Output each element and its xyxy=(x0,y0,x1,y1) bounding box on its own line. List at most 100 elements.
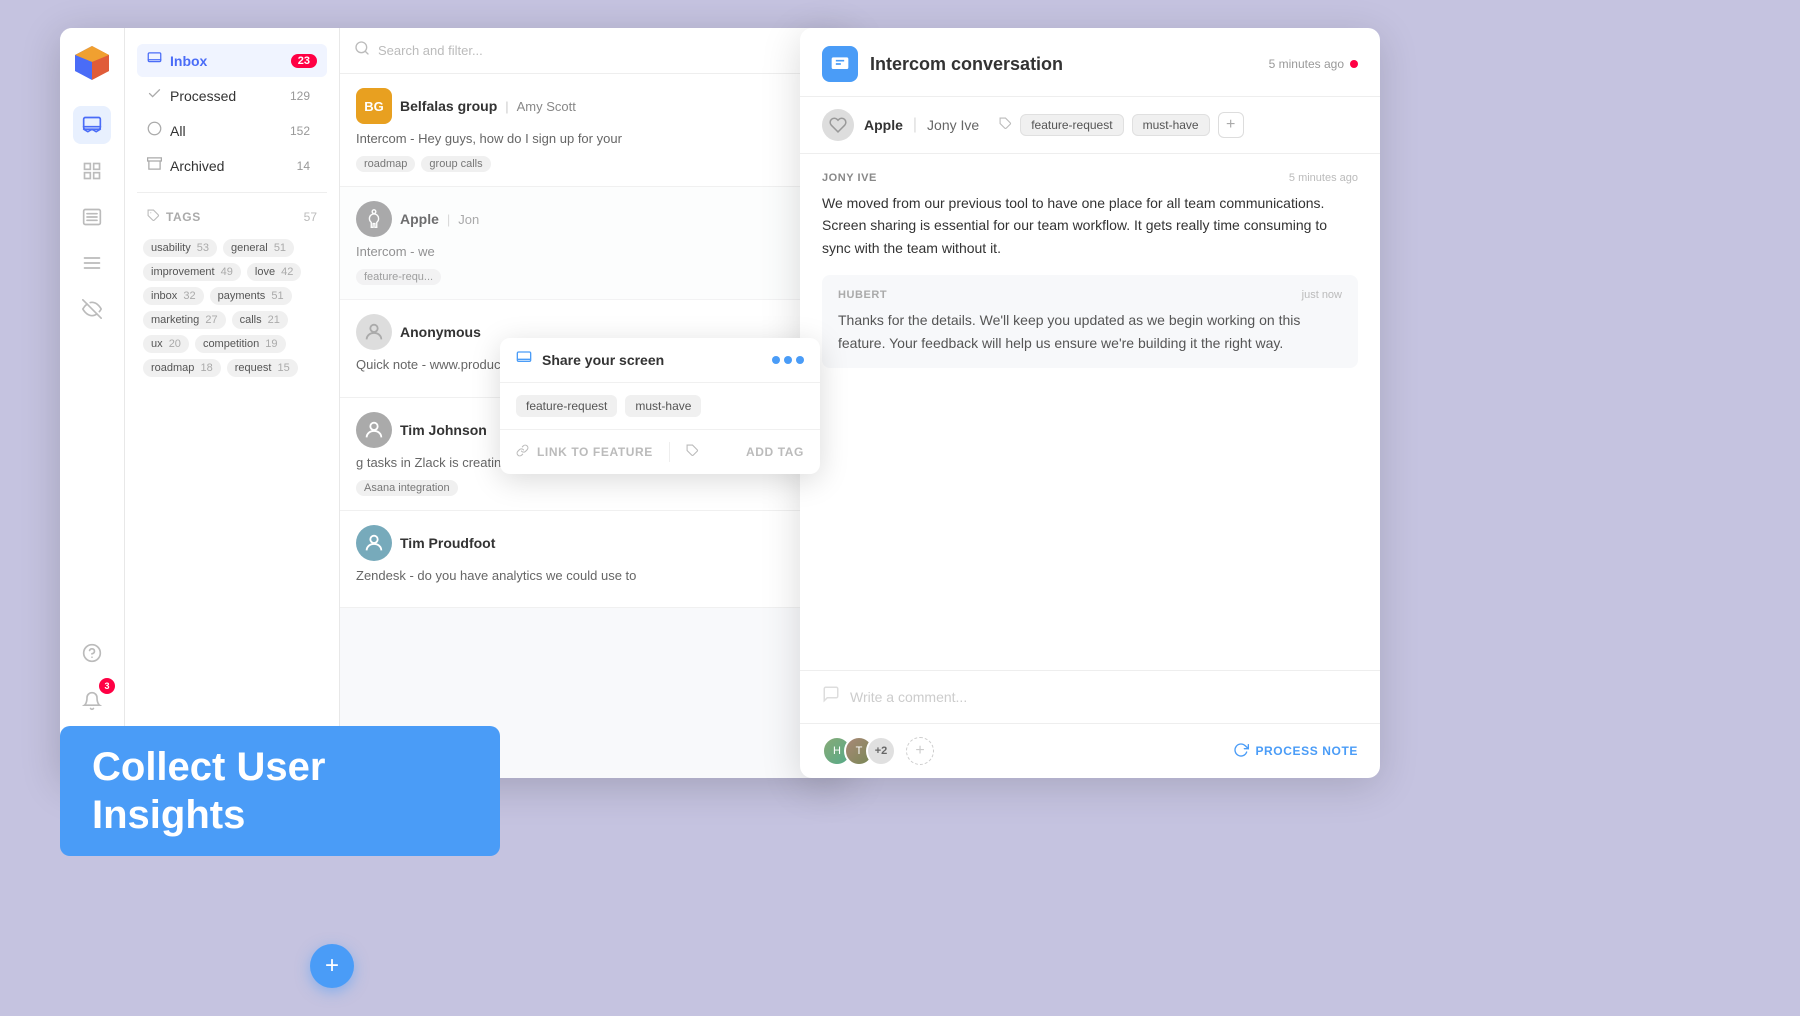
tag-general[interactable]: general 51 xyxy=(223,239,294,257)
conversation-messages: JONY IVE 5 minutes ago We moved from our… xyxy=(800,154,1380,670)
sidebar-eye-icon[interactable] xyxy=(73,290,111,328)
processed-label: Processed xyxy=(170,88,236,104)
process-note-button[interactable]: PROCESS NOTE xyxy=(1233,742,1358,761)
inbox-label: Inbox xyxy=(170,53,207,69)
conv-tag[interactable]: feature-requ... xyxy=(356,269,441,285)
tag-marketing[interactable]: marketing 27 xyxy=(143,311,226,329)
link-to-feature-label[interactable]: LINK TO FEATURE xyxy=(537,445,653,459)
msg-text: We moved from our previous tool to have … xyxy=(822,192,1358,259)
panel-tag-feature[interactable]: feature-request xyxy=(1020,114,1123,136)
conv-preview: Zendesk - do you have analytics we could… xyxy=(356,567,834,585)
nav-divider xyxy=(137,192,327,193)
search-bar xyxy=(340,28,850,74)
tags-label: TAGS xyxy=(166,210,201,224)
tag-ux[interactable]: ux 20 xyxy=(143,335,189,353)
tooltip-tag-must-have[interactable]: must-have xyxy=(625,395,701,417)
reply-author-row: HUBERT just now xyxy=(838,289,1342,301)
archived-icon xyxy=(147,156,162,175)
tag-payments[interactable]: payments 51 xyxy=(210,287,292,305)
notification-count: 3 xyxy=(99,678,115,694)
tag-inbox[interactable]: inbox 32 xyxy=(143,287,204,305)
dot-1 xyxy=(772,356,780,364)
tag-calls[interactable]: calls 21 xyxy=(232,311,288,329)
process-note-label: PROCESS NOTE xyxy=(1255,744,1358,758)
conv-avatar xyxy=(356,412,392,448)
conv-from: Amy Scott xyxy=(517,99,576,114)
sidebar-inbox-icon[interactable] xyxy=(73,106,111,144)
tag-improvement[interactable]: improvement 49 xyxy=(143,263,241,281)
conversation-item[interactable]: BG Belfalas group | Amy Scott Intercom -… xyxy=(340,74,850,187)
conv-tag[interactable]: roadmap xyxy=(356,156,415,172)
add-tag-label[interactable]: ADD TAG xyxy=(746,445,804,459)
conv-tags: roadmap group calls xyxy=(356,156,834,172)
sidebar-icons: 3 H xyxy=(60,28,125,778)
dot-2 xyxy=(784,356,792,364)
time-ago: 5 minutes ago xyxy=(1269,57,1358,71)
sender-name: Jony Ive xyxy=(927,117,979,133)
tag-request[interactable]: request 15 xyxy=(227,359,298,377)
tags-grid: usability 53 general 51 improvement 49 l… xyxy=(137,239,327,377)
fab-button[interactable]: + xyxy=(310,944,354,988)
tooltip-tag-feature[interactable]: feature-request xyxy=(516,395,617,417)
sidebar-menu-icon[interactable] xyxy=(73,244,111,282)
conversation-item[interactable]: Tim Proudfoot Zendesk - do you have anal… xyxy=(340,511,850,608)
conv-preview: Intercom - we xyxy=(356,243,834,261)
conv-name: Tim Johnson xyxy=(400,422,487,438)
nav-archived[interactable]: Archived 14 xyxy=(137,149,327,182)
message-block: JONY IVE 5 minutes ago We moved from our… xyxy=(822,172,1358,259)
tag-label-icon xyxy=(999,117,1012,133)
tooltip-actions: LINK TO FEATURE ADD TAG xyxy=(500,430,820,474)
archived-label: Archived xyxy=(170,158,224,174)
conv-tags: Asana integration xyxy=(356,480,834,496)
more-assignees-badge[interactable]: +2 xyxy=(866,736,896,766)
tag-usability[interactable]: usability 53 xyxy=(143,239,217,257)
conv-name: Anonymous xyxy=(400,324,481,340)
nav-all[interactable]: All 152 xyxy=(137,114,327,147)
add-tag-button[interactable]: + xyxy=(1218,112,1244,138)
nav-inbox[interactable]: Inbox 23 xyxy=(137,44,327,77)
nav-panel: Inbox 23 Processed 129 All 152 Archived … xyxy=(125,28,340,778)
all-count: 152 xyxy=(283,123,317,139)
search-input[interactable] xyxy=(378,43,812,58)
time-ago-text: 5 minutes ago xyxy=(1269,57,1344,71)
tags-header[interactable]: TAGS 57 xyxy=(137,203,327,231)
panel-tag-must-have[interactable]: must-have xyxy=(1132,114,1210,136)
tooltip-title: Share your screen xyxy=(542,352,664,368)
msg-author: JONY IVE xyxy=(822,172,877,184)
tag-competition[interactable]: competition 19 xyxy=(195,335,286,353)
tooltip-header: Share your screen xyxy=(500,338,820,383)
inbox-icon xyxy=(147,51,162,70)
insights-text: Collect User Insights xyxy=(92,743,468,839)
live-dot xyxy=(1350,60,1358,68)
conv-tag[interactable]: group calls xyxy=(421,156,490,172)
comment-input[interactable] xyxy=(850,689,1358,705)
conv-avatar: BG xyxy=(356,88,392,124)
search-icon xyxy=(354,40,370,61)
msg-time: 5 minutes ago xyxy=(1289,172,1358,184)
processed-icon xyxy=(147,86,162,105)
tooltip-divider xyxy=(669,442,670,462)
sidebar-list-icon[interactable] xyxy=(73,198,111,236)
app-logo[interactable] xyxy=(71,42,113,84)
add-person-button[interactable]: + xyxy=(906,737,934,765)
tag-icon xyxy=(147,209,160,225)
conversation-item[interactable]: Apple | Jon Intercom - we feature-requ..… xyxy=(340,187,850,300)
sidebar-grid-icon[interactable] xyxy=(73,152,111,190)
nav-processed[interactable]: Processed 129 xyxy=(137,79,327,112)
sender-company: Apple xyxy=(864,117,903,133)
tooltip-overlay: Share your screen feature-request must-h… xyxy=(500,338,820,474)
conv-tag[interactable]: Asana integration xyxy=(356,480,458,496)
assignee-avatars: H T +2 xyxy=(822,736,896,766)
company-avatar xyxy=(822,109,854,141)
inbox-count: 23 xyxy=(291,54,317,68)
message-reply-block: HUBERT just now Thanks for the details. … xyxy=(822,275,1358,368)
panel-footer: H T +2 + PROCESS NOTE xyxy=(800,723,1380,778)
panel-header: Intercom conversation 5 minutes ago xyxy=(800,28,1380,97)
conv-name: Apple xyxy=(400,211,439,227)
tag-roadmap[interactable]: roadmap 18 xyxy=(143,359,221,377)
comment-icon xyxy=(822,685,840,709)
help-icon[interactable] xyxy=(73,634,111,672)
processed-count: 129 xyxy=(283,88,317,104)
tag-love[interactable]: love 42 xyxy=(247,263,302,281)
archived-count: 14 xyxy=(290,158,317,174)
